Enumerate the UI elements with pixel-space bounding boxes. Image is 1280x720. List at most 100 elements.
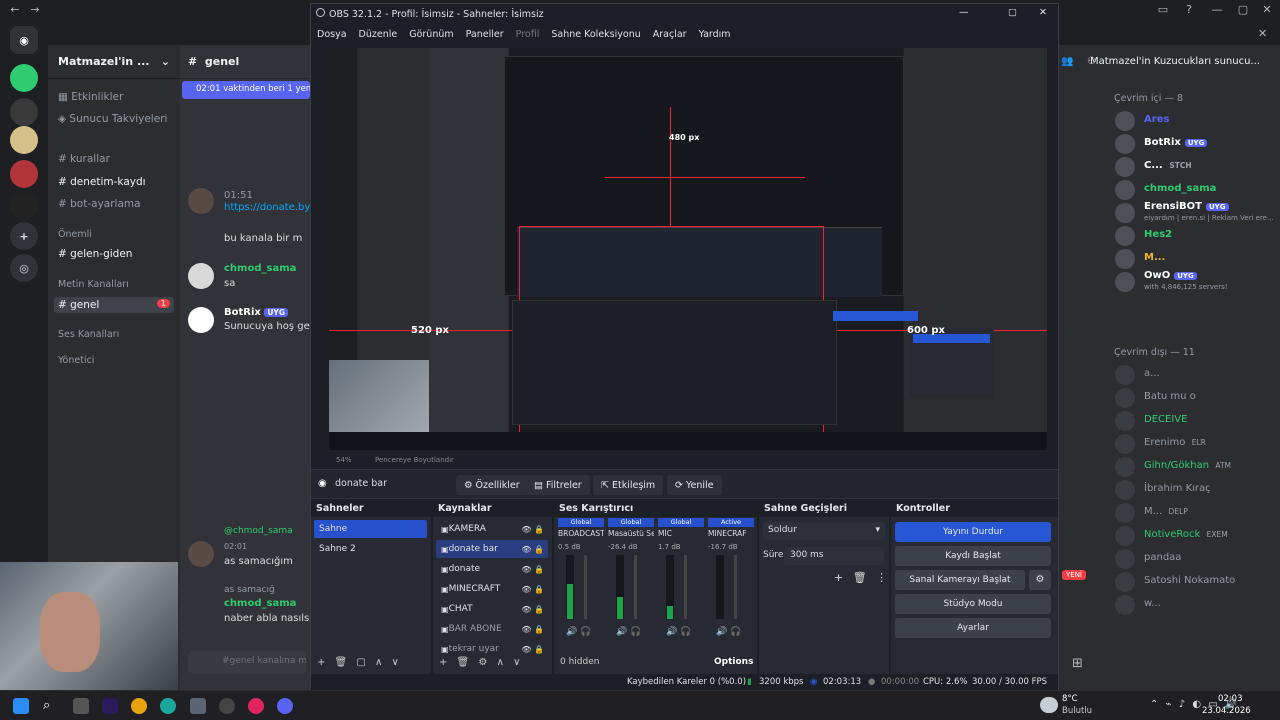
start-recording-button[interactable]: Kaydı Başlat bbox=[895, 546, 1051, 566]
member-avatar[interactable] bbox=[1115, 503, 1135, 523]
member-name[interactable]: İbrahim Kıraç bbox=[1144, 483, 1211, 494]
member-name[interactable]: Satoshi Nokamato bbox=[1144, 575, 1235, 586]
avatar[interactable] bbox=[188, 188, 214, 214]
studio-mode-button[interactable]: Stüdyo Modu bbox=[895, 594, 1051, 614]
media-player-icon[interactable] bbox=[248, 698, 264, 714]
channel-boosts[interactable]: ◈ Sunucu Takviyeleri bbox=[58, 113, 167, 125]
member-avatar[interactable] bbox=[1115, 526, 1135, 546]
people-icon[interactable]: 👥 bbox=[1061, 56, 1075, 70]
member-avatar[interactable] bbox=[1115, 572, 1135, 592]
volume-fader[interactable] bbox=[684, 555, 687, 619]
server-icon[interactable] bbox=[10, 160, 38, 188]
member-avatar[interactable] bbox=[1115, 180, 1135, 200]
source-item[interactable]: ▣ tekrar uyar 👁 🔒 bbox=[436, 640, 548, 658]
visibility-lock-icons[interactable]: 👁 🔒 bbox=[521, 625, 544, 634]
discover-icon[interactable]: ◎ bbox=[10, 254, 38, 282]
member-avatar[interactable] bbox=[1115, 480, 1135, 500]
bot-author[interactable]: BotRix UYG bbox=[224, 307, 289, 318]
maximize-icon[interactable]: ▢ bbox=[1234, 3, 1252, 19]
channel-denetim[interactable]: # denetim-kaydı bbox=[58, 176, 146, 188]
minimize-icon[interactable]: — bbox=[1208, 3, 1226, 19]
member-avatar[interactable] bbox=[1115, 111, 1135, 131]
volume-fader[interactable] bbox=[734, 555, 737, 619]
category-ses[interactable]: Ses Kanalları bbox=[58, 329, 119, 340]
member-name[interactable]: w... bbox=[1144, 598, 1161, 609]
duration-input[interactable]: 300 ms bbox=[784, 547, 884, 565]
windows-start-icon[interactable] bbox=[13, 698, 29, 714]
close-icon[interactable]: ✕ bbox=[1039, 7, 1047, 18]
member-avatar[interactable] bbox=[1115, 595, 1135, 615]
member-name[interactable]: Batu mu o bbox=[1144, 391, 1196, 402]
virtual-camera-settings-icon[interactable]: ⚙ bbox=[1029, 570, 1051, 590]
inbox-icon[interactable]: ▭ bbox=[1154, 3, 1172, 19]
obs-taskbar-icon[interactable] bbox=[219, 698, 235, 714]
mute-monitor-icons[interactable]: 🔊 🎧 bbox=[616, 627, 641, 637]
member-name[interactable]: BotRix UYG bbox=[1144, 137, 1208, 148]
server-icon[interactable] bbox=[10, 126, 38, 154]
menu-dosya[interactable]: Dosya bbox=[311, 29, 353, 40]
server-icon[interactable] bbox=[10, 192, 38, 220]
interact-button[interactable]: ⇱ Etkileşim bbox=[593, 475, 664, 495]
member-avatar[interactable] bbox=[1115, 157, 1135, 177]
maximize-icon[interactable]: ▢ bbox=[1008, 7, 1017, 18]
member-name[interactable]: Gihn/Gökhan ATM bbox=[1144, 460, 1231, 471]
member-avatar[interactable] bbox=[1115, 457, 1135, 477]
refresh-button[interactable]: ⟳ Yenile bbox=[667, 475, 722, 495]
scene-item[interactable]: Sahne 2 bbox=[314, 540, 427, 558]
message-author[interactable]: chmod_sama bbox=[224, 263, 296, 274]
member-avatar[interactable] bbox=[1115, 434, 1135, 454]
member-name[interactable]: NotiveRock EXEM bbox=[1144, 529, 1228, 540]
menu-yardim[interactable]: Yardım bbox=[693, 29, 737, 40]
member-name[interactable]: M... bbox=[1144, 252, 1165, 263]
fit-window-label[interactable]: Pencereye Boyutlandır bbox=[375, 456, 454, 464]
add-server-icon[interactable]: + bbox=[10, 222, 38, 250]
message-input[interactable]: #genel kanalına m bbox=[188, 650, 306, 674]
menu-profil[interactable]: Profil bbox=[510, 29, 546, 40]
member-avatar[interactable] bbox=[1115, 226, 1135, 246]
member-name[interactable]: DECEIVE bbox=[1144, 414, 1187, 425]
members-toggle-icon[interactable]: ⚇ bbox=[1087, 56, 1101, 70]
member-avatar[interactable] bbox=[1115, 411, 1135, 431]
task-view-icon[interactable] bbox=[73, 698, 89, 714]
member-avatar[interactable] bbox=[1115, 388, 1135, 408]
visibility-lock-icons[interactable]: 👁 🔒 bbox=[521, 545, 544, 554]
channel-gelen[interactable]: # gelen-giden bbox=[58, 248, 132, 260]
activity-icon[interactable]: ⊞ bbox=[1072, 656, 1083, 671]
store-icon[interactable] bbox=[190, 698, 206, 714]
server-header[interactable]: Matmazel'in ... ⌄ bbox=[48, 45, 180, 79]
channel-bot[interactable]: # bot-ayarlama bbox=[58, 198, 141, 210]
member-avatar[interactable] bbox=[1115, 549, 1135, 569]
member-name[interactable]: chmod_sama bbox=[1144, 183, 1216, 194]
reply-reference[interactable]: @chmod_sama bbox=[224, 526, 293, 536]
volume-fader[interactable] bbox=[584, 555, 587, 619]
premiere-icon[interactable] bbox=[102, 698, 118, 714]
source-actions[interactable]: + 🗑 ⚙ ∧ ∨ bbox=[439, 657, 520, 668]
chrome-icon[interactable] bbox=[131, 698, 147, 714]
mixer-channel-name[interactable]: BROADCAST bbox=[558, 529, 604, 538]
transition-actions[interactable]: + 🗑 ⋮ bbox=[834, 571, 887, 584]
visibility-lock-icons[interactable]: 👁 🔒 bbox=[521, 565, 544, 574]
close-icon[interactable]: ✕ bbox=[1258, 3, 1276, 19]
channel-events[interactable]: ▦ Etkinlikler bbox=[58, 91, 123, 103]
source-item[interactable]: ▣ donate 👁 🔒 bbox=[436, 560, 548, 578]
source-item[interactable]: ▣ BAR ABONE 👁 🔒 bbox=[436, 620, 548, 638]
transition-select[interactable]: Soldur ▾ bbox=[763, 522, 885, 540]
member-name[interactable]: pandaa bbox=[1144, 552, 1181, 563]
help-icon[interactable]: ? bbox=[1180, 3, 1198, 19]
menu-paneller[interactable]: Paneller bbox=[460, 29, 510, 40]
chevron-down-icon[interactable]: ⌄ bbox=[161, 55, 170, 68]
properties-button[interactable]: ⚙ Özellikler bbox=[456, 475, 528, 495]
member-name[interactable]: C... STCH bbox=[1144, 160, 1192, 171]
source-item[interactable]: ▣ CHAT 👁 🔒 bbox=[436, 600, 548, 618]
mixer-channel-name[interactable]: Masaüstü Ses bbox=[608, 529, 654, 538]
source-item[interactable]: ▣ MINECRAFT 👁 🔒 bbox=[436, 580, 548, 598]
back-arrow-icon[interactable]: ← bbox=[6, 3, 24, 19]
category-yonetici[interactable]: Yönetici bbox=[58, 355, 94, 366]
obs-preview[interactable]: 520 px 600 px 480 px bbox=[329, 48, 1047, 450]
new-messages-banner[interactable]: 02:01 vaktinden beri 1 yeni m bbox=[182, 81, 310, 99]
member-name[interactable]: a... bbox=[1144, 368, 1160, 379]
channel-genel[interactable]: # genel 1 bbox=[54, 297, 174, 313]
settings-button[interactable]: Ayarlar bbox=[895, 618, 1051, 638]
member-avatar[interactable] bbox=[1115, 272, 1135, 292]
donate-link[interactable]: https://donate.byn bbox=[224, 202, 317, 213]
